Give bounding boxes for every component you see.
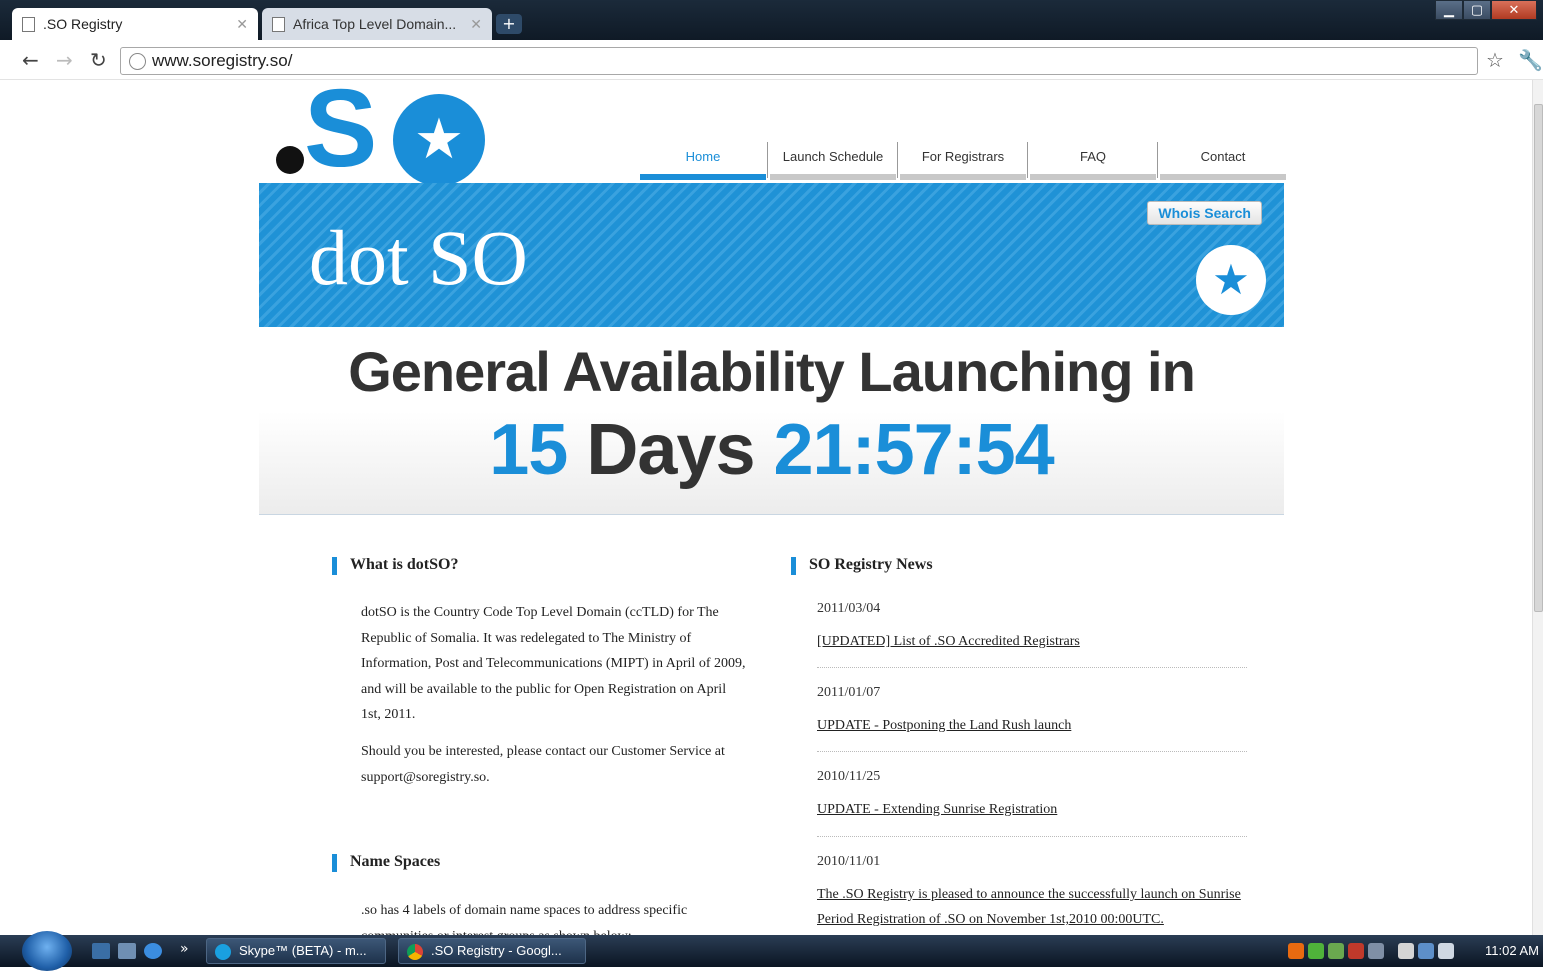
news-link[interactable]: [UPDATED] List of .SO Accredited Registr… <box>817 629 1247 654</box>
logo-dot <box>276 146 304 174</box>
window-controls: ▁ ▢ ✕ <box>1435 0 1537 20</box>
tab-so-registry[interactable]: .SO Registry ✕ <box>12 8 258 40</box>
volume-icon[interactable] <box>1438 943 1454 959</box>
nav-contact[interactable]: Contact <box>1158 140 1288 180</box>
url-text: www.soregistry.so/ <box>152 51 293 70</box>
switch-windows-icon[interactable] <box>118 943 136 959</box>
tray-app-icon[interactable] <box>1288 943 1304 959</box>
countdown-heading: General Availability Launching in <box>348 340 1196 403</box>
countdown-timer: 15 Days 21:57:54 <box>259 409 1284 491</box>
close-icon[interactable]: ✕ <box>470 16 482 33</box>
news-divider <box>817 836 1247 837</box>
scrollbar-thumb[interactable] <box>1534 104 1543 612</box>
logo-circle: ★ <box>393 94 485 186</box>
name-spaces-heading: Name Spaces <box>332 853 440 872</box>
nav-faq[interactable]: FAQ <box>1028 140 1158 180</box>
browser-toolbar: ← → ↻ www.soregistry.so/ ☆ 🔧 <box>0 40 1543 80</box>
nav-label: Contact <box>1200 149 1246 164</box>
taskbar-item-skype[interactable]: Skype™ (BETA) - m... <box>206 938 386 964</box>
news-divider <box>817 751 1247 752</box>
banner-title: dot SO <box>309 214 528 301</box>
lan-icon[interactable] <box>1328 943 1344 959</box>
network-icon[interactable] <box>1418 943 1434 959</box>
countdown-days-value: 15 <box>489 410 568 490</box>
logo-letter: S <box>304 67 377 190</box>
news-date: 2010/11/01 <box>817 854 881 869</box>
countdown-days-label: Days <box>586 410 755 490</box>
taskbar-item-label: Skype™ (BETA) - m... <box>239 943 367 958</box>
quicklaunch-overflow-icon[interactable]: » <box>180 941 189 957</box>
star-icon: ★ <box>413 107 465 172</box>
news-divider <box>817 667 1247 668</box>
nav-for-registrars[interactable]: For Registrars <box>898 140 1028 180</box>
wrench-icon[interactable]: 🔧 <box>1518 48 1543 72</box>
skype-icon <box>215 944 231 960</box>
chrome-icon <box>407 944 423 960</box>
page-icon <box>22 16 35 32</box>
nav-label: For Registrars <box>921 149 1005 164</box>
nav-home[interactable]: Home <box>638 140 768 180</box>
globe-icon <box>129 52 146 70</box>
show-desktop-icon[interactable] <box>92 943 110 959</box>
whois-search-button[interactable]: Whois Search <box>1147 201 1262 225</box>
taskbar-item-label: .SO Registry - Googl... <box>431 943 562 958</box>
system-tray <box>1288 943 1454 959</box>
close-icon[interactable]: ✕ <box>236 16 248 33</box>
tray-app-icon[interactable] <box>1398 943 1414 959</box>
name-spaces-paragraph: .so has 4 labels of domain name spaces t… <box>361 903 688 935</box>
news-link[interactable]: The .SO Registry is pleased to announce … <box>817 882 1247 935</box>
news-link[interactable]: UPDATE - Extending Sunrise Registration <box>817 797 1247 822</box>
nav-launch-schedule[interactable]: Launch Schedule <box>768 140 898 180</box>
minimize-button[interactable]: ▁ <box>1435 0 1463 20</box>
tray-app-icon[interactable] <box>1348 943 1364 959</box>
news-date: 2011/03/04 <box>817 601 881 616</box>
so-logo[interactable]: S ★ <box>276 74 486 186</box>
hero-banner: dot SO Whois Search ★ <box>259 183 1284 327</box>
back-arrow-icon[interactable]: ← <box>22 48 39 72</box>
news-date: 2011/01/07 <box>817 685 881 700</box>
start-button[interactable] <box>22 931 72 971</box>
reload-icon[interactable]: ↻ <box>90 48 107 72</box>
main-nav: Home Launch Schedule For Registrars FAQ … <box>638 140 1288 180</box>
tray-app-icon[interactable] <box>1368 943 1384 959</box>
countdown-panel: General Availability Launching in 15 Day… <box>259 327 1284 515</box>
page-icon <box>272 16 285 32</box>
internet-explorer-icon[interactable] <box>144 943 162 959</box>
news-date: 2010/11/25 <box>817 769 881 784</box>
star-icon: ★ <box>1196 245 1266 315</box>
new-tab-button[interactable]: + <box>496 14 522 34</box>
tab-label: Africa Top Level Domain... <box>293 16 457 32</box>
nav-label: Launch Schedule <box>782 149 884 164</box>
nav-label: Home <box>685 149 721 164</box>
tab-label: .SO Registry <box>43 16 123 32</box>
close-window-button[interactable]: ✕ <box>1491 0 1537 20</box>
news-link[interactable]: UPDATE - Postponing the Land Rush launch <box>817 713 1247 738</box>
tab-africa-tld[interactable]: Africa Top Level Domain... ✕ <box>262 8 492 40</box>
taskbar-item-chrome[interactable]: .SO Registry - Googl... <box>398 938 586 964</box>
forward-arrow-icon[interactable]: → <box>56 48 73 72</box>
countdown-time-value: 21:57:54 <box>773 410 1055 490</box>
clock[interactable]: 11:02 AM <box>1485 935 1539 967</box>
what-is-paragraph-2: Should you be interested, please contact… <box>361 744 725 785</box>
tray-app-icon[interactable] <box>1308 943 1324 959</box>
browser-titlebar: .SO Registry ✕ Africa Top Level Domain..… <box>0 0 1543 40</box>
what-is-heading: What is dotSO? <box>332 556 458 575</box>
news-heading: SO Registry News <box>791 556 933 575</box>
maximize-button[interactable]: ▢ <box>1463 0 1491 20</box>
windows-taskbar: » Skype™ (BETA) - m... .SO Registry - Go… <box>0 931 1543 971</box>
star-icon[interactable]: ☆ <box>1486 48 1504 72</box>
nav-label: FAQ <box>1079 149 1106 164</box>
what-is-paragraph-1: dotSO is the Country Code Top Level Doma… <box>361 605 746 722</box>
